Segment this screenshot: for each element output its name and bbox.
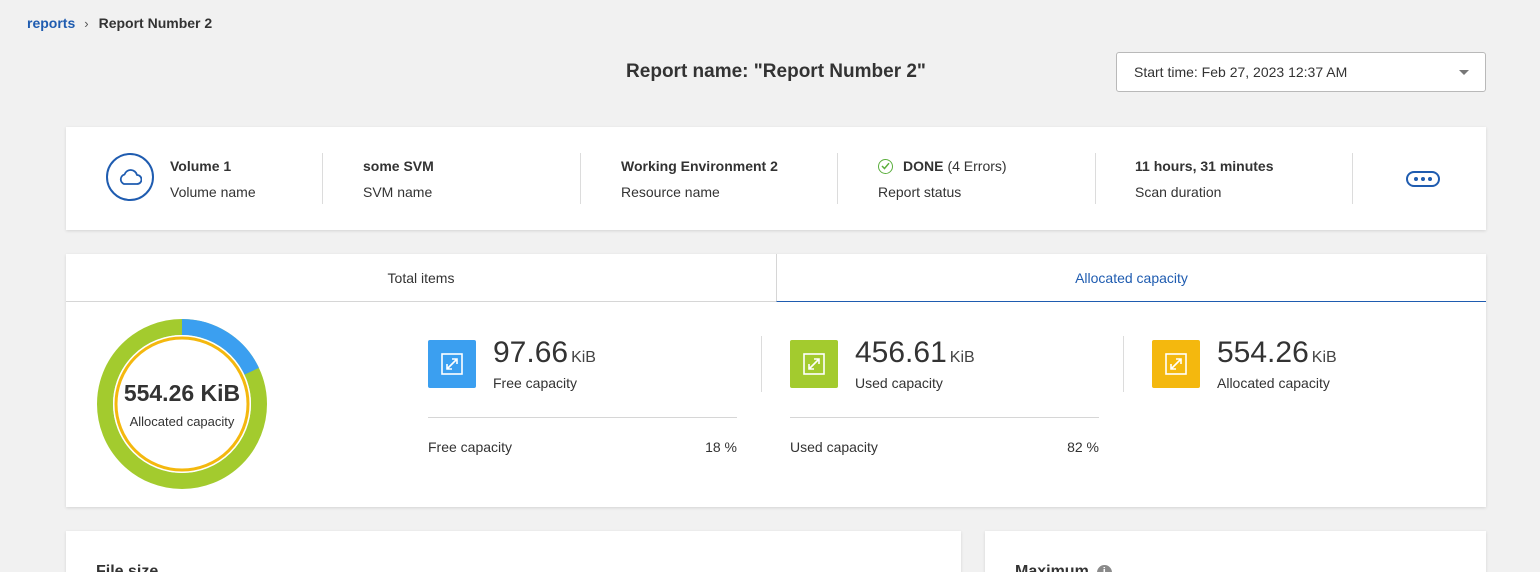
info-icon[interactable]: i (1096, 564, 1112, 572)
file-size-card: File size (66, 531, 961, 572)
used-divider (790, 417, 1099, 418)
resource-info: Working Environment 2 Resource name (621, 157, 778, 200)
free-footer-label: Free capacity (428, 439, 513, 455)
free-capacity-unit: KiB (571, 349, 596, 366)
volume-name-label: Volume name (170, 184, 256, 200)
used-capacity-footer: Used capacity 82 % (790, 439, 1099, 455)
resource-name-value: Working Environment 2 (621, 158, 778, 174)
tab-allocated-capacity[interactable]: Allocated capacity (776, 254, 1486, 302)
chevron-right-icon: › (84, 15, 89, 31)
resource-name-label: Resource name (621, 184, 720, 200)
report-status-value: DONE (903, 158, 944, 174)
more-dot-icon (1428, 177, 1432, 181)
report-errors-count: (4 Errors) (947, 158, 1007, 174)
more-dot-icon (1421, 177, 1425, 181)
start-time-select[interactable]: Start time: Feb 27, 2023 12:37 AM (1116, 52, 1486, 92)
cloud-icon (106, 153, 154, 201)
breadcrumb-reports-link[interactable]: reports (27, 15, 75, 31)
volume-name-value: Volume 1 (170, 158, 232, 174)
free-capacity-footer: Free capacity 18 % (428, 439, 737, 455)
file-size-title: File size (96, 563, 159, 572)
donut-label: Allocated capacity (129, 413, 235, 429)
used-capacity-value: 456.61 (855, 336, 947, 369)
divider (322, 153, 323, 204)
divider (1095, 153, 1096, 204)
start-time-value: Start time: Feb 27, 2023 12:37 AM (1134, 64, 1348, 80)
check-circle-icon (878, 158, 893, 174)
breadcrumb: reports › Report Number 2 (27, 15, 212, 31)
scan-duration-info: 11 hours, 31 minutes Scan duration (1135, 157, 1274, 200)
expand-icon (428, 340, 476, 388)
scan-duration-value: 11 hours, 31 minutes (1135, 158, 1274, 174)
capacity-card: Total items Allocated capacity 554.26 Ki… (66, 254, 1486, 507)
volume-info: Volume 1 Volume name (170, 157, 256, 200)
free-divider (428, 417, 737, 418)
used-capacity-unit: KiB (949, 349, 975, 366)
divider (580, 153, 581, 204)
used-percent: 82 % (1067, 439, 1099, 455)
free-percent: 18 % (705, 439, 737, 455)
chevron-down-icon (1459, 70, 1469, 75)
allocated-capacity-value: 554.26 (1217, 336, 1309, 369)
divider (761, 336, 762, 392)
allocated-capacity-unit: KiB (1311, 349, 1337, 366)
scan-duration-label: Scan duration (1135, 184, 1222, 200)
tab-total-items[interactable]: Total items (66, 254, 776, 302)
donut-value: 554.26 KiB (123, 379, 241, 406)
free-capacity-value: 97.66 (493, 336, 569, 369)
svm-name-value: some SVM (363, 158, 434, 174)
divider (1123, 336, 1124, 392)
divider (1352, 153, 1353, 204)
report-status-label: Report status (878, 184, 962, 200)
donut-center: 554.26 KiB Allocated capacity (96, 318, 268, 490)
svm-name-label: SVM name (363, 184, 433, 200)
expand-icon (1152, 340, 1200, 388)
svm-info: some SVM SVM name (363, 157, 434, 200)
report-status-info: DONE (4 Errors) Report status (878, 157, 1007, 200)
allocated-capacity-label: Allocated capacity (1217, 375, 1330, 391)
free-capacity-label: Free capacity (493, 375, 578, 391)
more-dot-icon (1414, 177, 1418, 181)
used-capacity-label: Used capacity (855, 375, 943, 391)
maximum-title: Maximum (1015, 563, 1089, 572)
breadcrumb-current: Report Number 2 (98, 15, 213, 31)
maximum-card: Maximum i (985, 531, 1486, 572)
more-options-button[interactable] (1406, 171, 1440, 187)
divider (837, 153, 838, 204)
expand-icon (790, 340, 838, 388)
used-footer-label: Used capacity (790, 439, 878, 455)
report-summary-card: Volume 1 Volume name some SVM SVM name W… (66, 127, 1486, 230)
